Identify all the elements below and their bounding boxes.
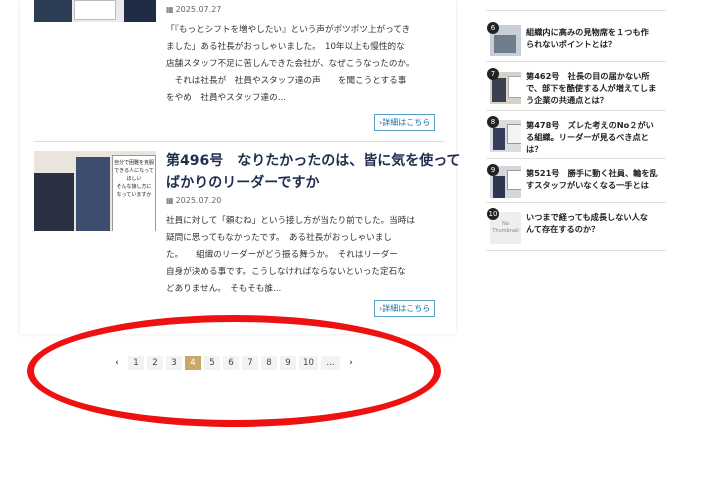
ranking-item[interactable]: 8 第478号 ズレた考えのNo２がい る組織。リーダーが見るべき点と は？ (486, 116, 666, 156)
ranking-title[interactable]: 第478号 ズレた考えのNo２がい る組織。リーダーが見るべき点と は？ (526, 119, 666, 155)
sidebar-divider (486, 110, 666, 111)
calendar-icon: ▦ (166, 5, 174, 14)
ranking-item[interactable]: 6 組織内に高みの見物席を１つも作 られないポイントとは？ (486, 22, 666, 60)
thumbnail-presenter (76, 157, 110, 231)
article-date: ▦ 2025.07.27 (166, 5, 222, 14)
article-thumbnail[interactable] (34, 0, 156, 22)
ranking-item[interactable]: No Thumbnail 10 いつまで経っても成長しない人な んて存在するのか… (486, 208, 666, 248)
ranking-title[interactable]: 組織内に高みの見物席を１つも作 られないポイントとは？ (526, 26, 666, 50)
sidebar-divider (486, 158, 666, 159)
sidebar-divider (486, 250, 666, 251)
ranking-title[interactable]: 第521号 勝手に動く社員、輪を乱 すスタッフがいなくなる一手とは (526, 167, 666, 191)
article-excerpt: 社員に対して「頼むね」という接し方が当たり前でした。当時は 疑問に思ってもなかっ… (166, 216, 415, 294)
thumbnail-person (124, 0, 156, 22)
ranking-title[interactable]: いつまで経っても成長しない人な んて存在するのか？ (526, 211, 666, 235)
thumbnail-photo (34, 0, 72, 22)
read-more-button[interactable]: ›詳細はこちら (374, 300, 436, 317)
annotation-circle (27, 315, 441, 427)
rank-badge: 7 (487, 68, 499, 80)
rank-badge: 6 (487, 22, 499, 34)
article-excerpt: 「『もっとシフトを増やしたい』という声がポツポツ上がってき ました」ある社長がお… (166, 25, 415, 103)
article-list: ▦ 2025.07.27 「『もっとシフトを増やしたい』という声がポツポツ上がって… (20, 0, 461, 334)
ranking-item[interactable]: 7 第462号 社長の目の届かない所 で、部下を酷使する人が増えてしま う企業の… (486, 68, 666, 108)
rank-badge: 10 (487, 208, 499, 220)
thumbnail-slide: 自分で困難を克服 できる人になって ほしい そんな接し方に なっていますか (112, 155, 156, 231)
thumbnail-speaker (34, 173, 74, 231)
ranking-item[interactable]: 9 第521号 勝手に動く社員、輪を乱 すスタッフがいなくなる一手とは (486, 164, 666, 200)
sidebar-divider (486, 202, 666, 203)
article-divider (34, 141, 444, 142)
sidebar-divider (486, 61, 666, 62)
rank-badge: 8 (487, 116, 499, 128)
ranking-title[interactable]: 第462号 社長の目の届かない所 で、部下を酷使する人が増えてしま う企業の共通… (526, 70, 666, 106)
article-thumbnail[interactable]: 自分で困難を克服 できる人になって ほしい そんな接し方に なっていますか (34, 151, 156, 231)
rank-badge: 9 (487, 164, 499, 176)
sidebar-divider (486, 10, 666, 11)
article-date: ▦ 2025.07.20 (166, 196, 222, 205)
read-more-button[interactable]: ›詳細はこちら (374, 114, 436, 131)
thumbnail-board (74, 0, 116, 20)
calendar-icon: ▦ (166, 196, 174, 205)
article-title[interactable]: 第496号 なりたかったのは、皆に気を使って ばかりのリーダーですか (166, 150, 461, 194)
